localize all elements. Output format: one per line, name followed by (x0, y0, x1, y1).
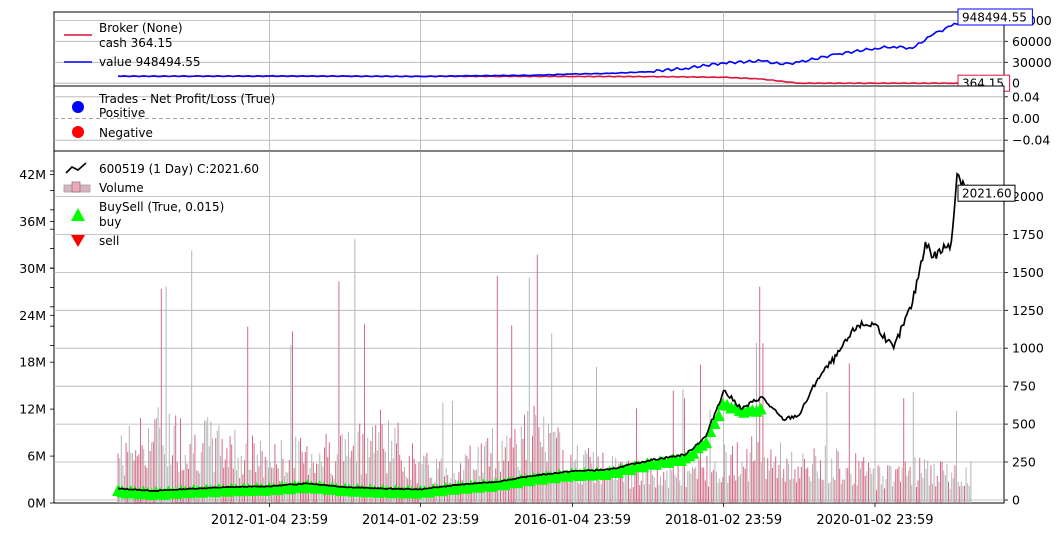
trades-ytick-label-2: −0.04 (1012, 133, 1050, 148)
broker-last-label-text-0: 948494.55 (962, 11, 1027, 25)
broker-panel: 6000030000090000 948494.55364.15 Broker … (53, 8, 1052, 92)
backtest-chart-figure: 6000030000090000 948494.55364.15 Broker … (0, 0, 1057, 530)
broker-ytick-label-0: 60000 (1012, 34, 1052, 49)
price-ytick-label-6: 500 (1012, 417, 1036, 432)
volume-ytick-label-6: 6M (27, 449, 46, 464)
price-ytick-label-1: 1750 (1012, 227, 1044, 242)
volume-ytick-label-0: 42M (19, 167, 46, 182)
positive-legend-label: Positive (99, 106, 145, 120)
volume-ytick-label-4: 18M (19, 355, 46, 370)
volume-ytick-label-1: 36M (19, 214, 46, 229)
price-ytick-label-8: 0 (1012, 493, 1020, 508)
positive-legend-marker (72, 101, 84, 113)
volume-ytick-label-2: 30M (19, 261, 46, 276)
buy-legend-label: buy (99, 215, 121, 229)
negative-legend-label: Negative (99, 126, 153, 140)
backtest-chart: 6000030000090000 948494.55364.15 Broker … (19, 8, 1052, 528)
price-ytick-label-5: 750 (1012, 379, 1036, 394)
buysell-legend-label: BuySell (True, 0.015) (99, 200, 224, 214)
volume-ytick-label-5: 12M (19, 402, 46, 417)
x-axis: 2012-01-04 23:59 2014-01-02 23:59 2016-01-… (211, 503, 934, 528)
trades-legend-title: Trades - Net Profit/Loss (True) (98, 92, 275, 106)
price-last-label-text: 2021.60 (962, 187, 1012, 201)
price-ytick-label-4: 1000 (1012, 341, 1044, 356)
close-legend-label: 600519 (1 Day) C:2021.60 (99, 162, 259, 176)
broker-legend-title: Broker (None) (99, 21, 183, 35)
sell-legend-label: sell (99, 234, 119, 248)
price-ytick-label-0: 2000 (1012, 189, 1044, 204)
price-last-label: 2021.60 (957, 184, 1016, 202)
volume-legend-swatch-inner (71, 181, 81, 193)
negative-legend-marker (72, 126, 84, 138)
broker-last-label-0: 948494.55 (957, 8, 1033, 26)
x-tick-label-4: 2020-01-02 23:59 (816, 513, 933, 528)
value-legend-label: value 948494.55 (99, 55, 200, 69)
x-tick-label-3: 2018-01-02 23:59 (665, 513, 782, 528)
volume-legend-label: Volume (99, 181, 144, 195)
volume-ytick-label-3: 24M (19, 308, 46, 323)
broker-ytick-label-1: 30000 (1012, 55, 1052, 70)
x-tick-label-2: 2016-01-04 23:59 (514, 513, 631, 528)
x-tick-label-1: 2014-01-02 23:59 (362, 513, 479, 528)
price-ytick-label-7: 250 (1012, 455, 1036, 470)
price-ytick-label-3: 1250 (1012, 303, 1044, 318)
x-tick-label-0: 2012-01-04 23:59 (211, 513, 328, 528)
volume-ytick-label-7: 0M (27, 496, 46, 511)
trades-y-axis: 0.04 0.00 −0.04 (1004, 89, 1050, 148)
price-panel: 2000 1750 1500 1250 1000 750 500 250 0 42M 36M 30M… (19, 150, 1044, 511)
trades-panel: 0.04 0.00 −0.04 Trades - Net Profit/Loss (… (53, 85, 1050, 152)
trades-ytick-label-0: 0.04 (1012, 89, 1040, 104)
volume-y-axis: 42M 36M 30M 24M 18M 12M 6M 0M (19, 167, 54, 511)
cash-legend-label: cash 364.15 (99, 36, 173, 50)
price-ytick-label-2: 1500 (1012, 265, 1044, 280)
trades-ytick-label-1: 0.00 (1012, 111, 1040, 126)
